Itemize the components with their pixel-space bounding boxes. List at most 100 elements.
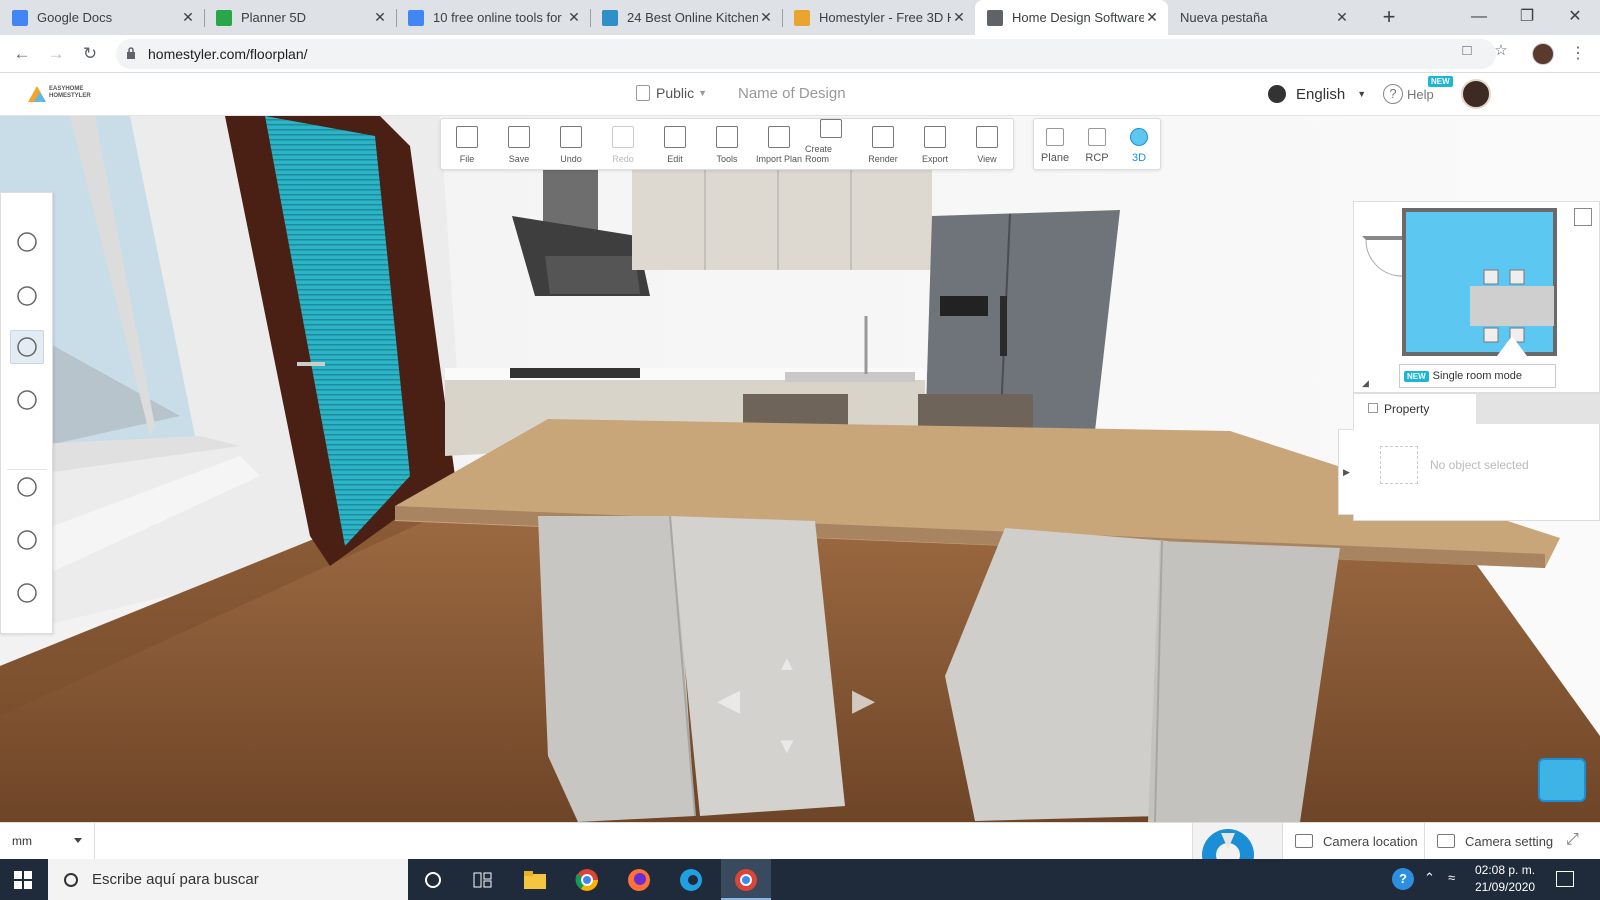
tab-property[interactable]: Property [1354,394,1476,424]
camera-compass[interactable] [1192,823,1282,859]
wifi-icon[interactable]: ≈ [1448,870,1455,885]
help-button[interactable]: ? Help [1383,84,1434,104]
collapse-minimap-icon[interactable]: ◢ [1362,378,1369,389]
hammer-icon [17,390,37,410]
camera-location-icon [1295,834,1313,848]
property-panel-toggle[interactable]: ▶ [1338,429,1354,515]
firefox-icon[interactable] [626,867,652,893]
ruler-icon [716,126,738,148]
edge-icon[interactable] [678,867,704,893]
taskbar-search-input[interactable]: Escribe aquí para buscar [48,859,408,900]
back-icon[interactable]: ← [10,42,34,66]
tool-import-plan-button[interactable]: Import Plan [753,119,805,169]
tool-undo-button[interactable]: Undo [545,119,597,169]
close-tab-icon[interactable]: ✕ [566,9,582,26]
language-dropdown[interactable]: English ▼ [1268,85,1366,103]
close-window-button[interactable]: ✕ [1552,0,1598,35]
browser-tab[interactable]: Home Design Software ✕ [975,0,1168,35]
cortana-icon[interactable] [420,867,446,893]
left-panel-compass-button[interactable] [10,470,44,504]
floorplan-minimap[interactable] [1362,208,1557,358]
plane-icon [1046,128,1064,146]
homestyler-logo[interactable]: EASYHOME HOMESTYLER [28,84,91,102]
chrome-profile-icon[interactable] [733,867,759,893]
tool-redo-button[interactable]: Redo [597,119,649,169]
home-icon [602,9,618,26]
camera-left-icon[interactable]: ◀ [717,683,740,718]
minimize-button[interactable]: — [1456,0,1502,35]
left-panel-furniture-button[interactable] [10,330,44,364]
url-input[interactable]: homestyler.com/floorplan/ [116,39,1496,69]
camera-back-icon[interactable]: ▼ [776,733,798,759]
globe-icon [987,9,1003,26]
tool-render-button[interactable]: Render [857,119,909,169]
left-panel-favorites-button[interactable] [10,523,44,557]
forward-icon[interactable]: → [44,42,68,66]
left-panel-user-button[interactable] [10,576,44,610]
view-rcp-button[interactable]: RCP [1076,119,1118,169]
browser-menu-icon[interactable]: ⋮ [1570,43,1586,63]
tool-view-button[interactable]: View [961,119,1013,169]
close-tab-icon[interactable]: ✕ [1334,9,1350,26]
tool-export-button[interactable]: Export [909,119,961,169]
tool-tools-button[interactable]: Tools [701,119,753,169]
homestyler-icon [794,9,810,26]
file-explorer-icon[interactable] [522,867,548,893]
tool-edit-button[interactable]: Edit [649,119,701,169]
design-name-input[interactable]: Name of Design [738,85,846,102]
star-icon[interactable]: ☆ [1492,42,1510,60]
camera-setting-button[interactable]: Camera setting [1424,823,1554,859]
camera-forward-icon[interactable]: ▲ [777,653,797,676]
redo-icon [612,126,634,148]
browser-profile-avatar[interactable] [1532,43,1554,65]
tab-title: Google Docs [37,10,113,25]
windows-start-icon[interactable] [14,871,32,889]
tool-save-button[interactable]: Save [493,119,545,169]
chat-icon[interactable] [1538,758,1586,802]
browser-tab[interactable]: Nueva pestaña ✕ [1168,0,1358,35]
view-3d-button[interactable]: 3D [1118,119,1160,169]
left-panel-brush-button[interactable] [10,279,44,313]
fullscreen-icon[interactable]: ⤢ [1566,831,1586,851]
view-mode-toolbar: Plane RCP 3D [1033,118,1161,170]
browser-tab[interactable]: 24 Best Online Kitchen ✕ [590,0,782,35]
camera-location-button[interactable]: Camera location [1282,823,1422,859]
help-tray-icon[interactable]: ? [1392,868,1414,890]
property-tab-label: Property [1384,402,1430,416]
close-tab-icon[interactable]: ✕ [372,9,388,26]
new-tab-button[interactable]: + [1376,6,1402,30]
unit-select[interactable]: mm [0,823,95,859]
browser-tab[interactable]: Planner 5D ✕ [204,0,396,35]
expand-minimap-icon[interactable] [1574,208,1592,226]
tool-file-button[interactable]: File [441,119,493,169]
logo-line1: EASYHOME [49,86,84,92]
left-panel-search-button[interactable] [10,225,44,259]
status-bar: mm Camera location Camera setting ⤢ [0,822,1600,859]
view-plane-button[interactable]: Plane [1034,119,1076,169]
close-tab-icon[interactable]: ✕ [951,9,967,26]
browser-tab[interactable]: 10 free online tools for ✕ [396,0,590,35]
notification-icon[interactable] [1556,871,1574,887]
taskbar-clock[interactable]: 02:08 p. m. 21/09/2020 [1475,862,1535,896]
clock-date: 21/09/2020 [1475,880,1536,894]
tool-label: Export [921,154,948,164]
close-tab-icon[interactable]: ✕ [1144,9,1160,26]
browser-tab[interactable]: Google Docs ✕ [0,0,204,35]
left-panel-hammer-button[interactable] [10,383,44,417]
task-view-icon[interactable] [470,867,496,893]
chrome-icon[interactable] [574,867,600,893]
user-avatar[interactable] [1461,79,1491,109]
visibility-dropdown[interactable]: Public ▼ [636,85,707,101]
restore-button[interactable]: ❐ [1504,0,1550,35]
tray-chevron-up-icon[interactable]: ⌃ [1424,870,1435,886]
translate-icon[interactable]: □ [1458,42,1476,60]
single-room-mode-button[interactable]: NEW Single room mode [1399,364,1556,388]
reload-icon[interactable]: ↻ [78,42,102,66]
tool-create-room-button[interactable]: Create Room [805,119,857,169]
close-tab-icon[interactable]: ✕ [180,9,196,26]
url-text: homestyler.com/floorplan/ [148,46,308,62]
browser-tab[interactable]: Homestyler - Free 3D H ✕ [782,0,975,35]
close-tab-icon[interactable]: ✕ [758,9,774,26]
camera-right-icon[interactable]: ▶ [852,683,875,718]
tool-label: Import Plan [755,154,803,164]
